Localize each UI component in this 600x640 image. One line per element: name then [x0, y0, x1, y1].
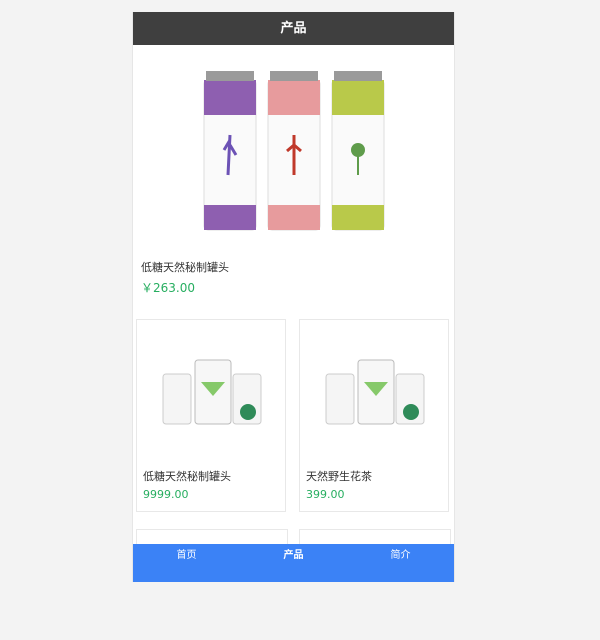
tab-about[interactable]: 简介 [347, 544, 454, 582]
product-card-partial [136, 529, 288, 545]
product-card[interactable]: 天然野生花茶 399.00 [299, 319, 449, 512]
product-price: 399.00 [306, 488, 345, 501]
product-card[interactable]: 低糖天然秘制罐头 9999.00 [136, 319, 286, 512]
product-name: 天然野生花茶 [306, 470, 372, 483]
product-price: 9999.00 [143, 488, 189, 501]
featured-product[interactable]: 低糖天然秘制罐头 ￥263.00 [133, 45, 454, 300]
bottom-tab-bar: 首页 产品 简介 [133, 544, 454, 582]
product-image [162, 359, 262, 425]
product-card-partial [299, 529, 451, 545]
product-name: 低糖天然秘制罐头 [143, 470, 231, 483]
mobile-frame: 产品 低糖天然秘制罐头 ￥263.00 低糖天然秘制罐头 9999.00 天然野… [132, 12, 455, 582]
featured-product-image [201, 65, 389, 250]
page-title: 产品 [133, 12, 454, 45]
featured-product-name: 低糖天然秘制罐头 [141, 261, 229, 274]
tab-products[interactable]: 产品 [240, 544, 347, 582]
featured-product-price: ￥263.00 [141, 281, 195, 295]
tab-home[interactable]: 首页 [133, 544, 240, 582]
product-image [325, 359, 425, 425]
